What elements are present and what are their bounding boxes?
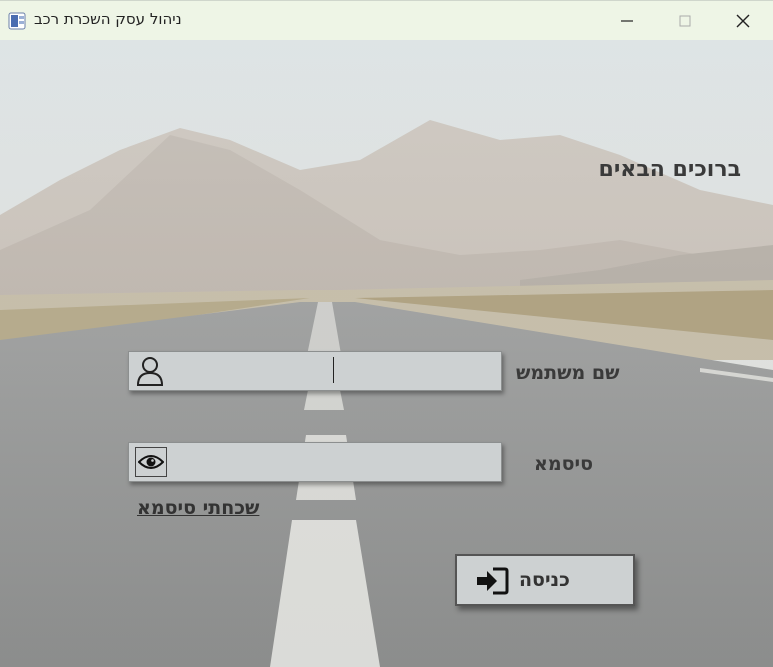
text-caret: [333, 357, 334, 383]
minimize-button[interactable]: [598, 1, 656, 41]
title-bar: ניהול עסק השכרת רכב: [0, 0, 773, 40]
password-label: סיסמא: [534, 453, 594, 475]
login-button[interactable]: כניסה: [455, 554, 635, 606]
close-icon: [736, 14, 750, 28]
password-field[interactable]: [128, 442, 502, 482]
welcome-heading: ברוכים הבאים: [598, 157, 741, 182]
user-icon: [133, 354, 167, 388]
maximize-button[interactable]: [656, 1, 714, 41]
sign-in-icon: [477, 567, 509, 595]
show-password-toggle[interactable]: [135, 447, 167, 477]
username-label: שם משתמש: [516, 362, 620, 384]
eye-icon: [138, 455, 164, 469]
forgot-password-link[interactable]: שכחתי סיסמא: [137, 497, 259, 519]
login-button-label: כניסה: [519, 569, 570, 591]
maximize-icon: [679, 15, 691, 27]
password-input[interactable]: [171, 447, 495, 479]
app-icon: [8, 12, 26, 30]
username-field[interactable]: [128, 351, 502, 391]
close-button[interactable]: [714, 1, 772, 41]
minimize-icon: [621, 20, 633, 22]
window-title: ניהול עסק השכרת רכב: [34, 10, 182, 28]
